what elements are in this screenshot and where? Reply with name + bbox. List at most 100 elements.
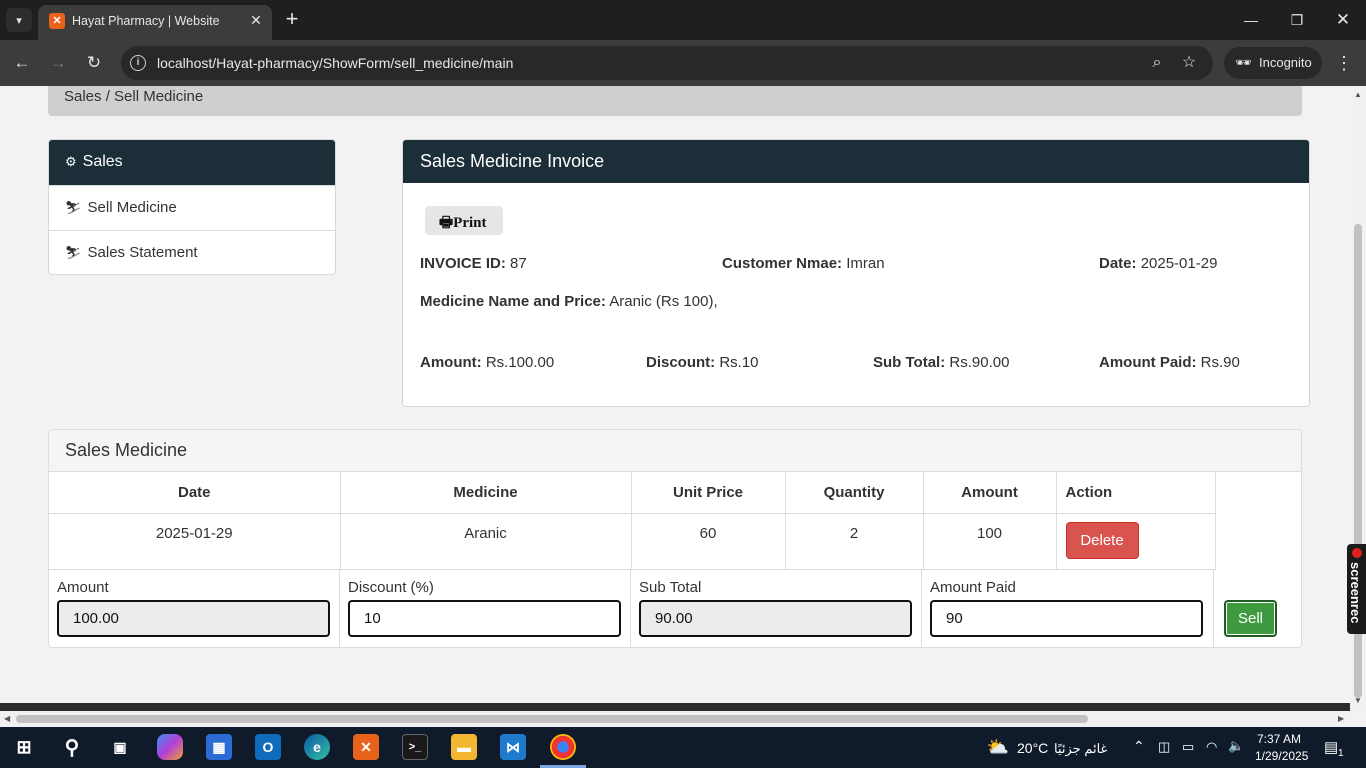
amount-paid-label: Amount Paid (930, 579, 1016, 596)
scroll-left-arrow-icon[interactable]: ◀ (4, 714, 10, 723)
weather-icon[interactable]: ⛅ (985, 734, 1011, 760)
sidebar-item-sell-medicine[interactable]: ⛷ Sell Medicine (49, 185, 335, 230)
outlook-icon[interactable]: O (255, 734, 281, 760)
terminal-icon[interactable]: >_ (402, 734, 428, 760)
binoculars-icon: ⛷ (65, 200, 82, 215)
column-header: Amount (923, 472, 1057, 514)
print-button[interactable]: 🖶Print (425, 206, 503, 235)
url-text[interactable]: localhost/Hayat-pharmacy/ShowForm/sell_m… (157, 55, 513, 71)
wifi-icon[interactable]: ◠ (1206, 739, 1217, 755)
weather-temperature[interactable]: 20°C (1017, 740, 1048, 756)
invoice-customer: Customer Nmae: Imran (722, 255, 885, 272)
browser-menu-icon[interactable]: ⋮ (1332, 51, 1356, 75)
scroll-up-arrow-icon[interactable]: ▲ (1354, 90, 1362, 99)
amount-paid-field[interactable]: 90 (930, 600, 1203, 637)
vscode-icon[interactable]: ⋈ (500, 734, 526, 760)
meet-now-icon[interactable]: ◫ (1158, 739, 1170, 755)
tab-search-button[interactable]: ▾ (6, 8, 32, 32)
breadcrumb: Sales / Sell Medicine (48, 86, 1302, 116)
forward-button[interactable]: → (46, 51, 70, 75)
chrome-icon[interactable] (550, 734, 576, 760)
browser-tab[interactable]: ✕ Hayat Pharmacy | Website ✕ (38, 5, 272, 40)
cell-date: 2025-01-29 (49, 513, 341, 570)
subtotal-label: Sub Total (639, 579, 702, 596)
clock-date[interactable]: 1/29/2025 (1255, 749, 1308, 763)
amount-field[interactable]: 100.00 (57, 600, 330, 637)
weather-condition[interactable]: غائم جزئيًا (1054, 741, 1107, 757)
amount-paid-cell: Amount Paid 90 (922, 569, 1214, 648)
discount-label: Discount (%) (348, 579, 434, 596)
table-row: 2025-01-29 Aranic 60 2 100 Delete (49, 513, 1216, 570)
sidebar-title: Sales (82, 153, 123, 170)
close-window-button[interactable]: ✕ (1320, 0, 1366, 40)
new-tab-button[interactable]: + (281, 8, 303, 30)
print-label: Print (453, 215, 487, 231)
sales-medicine-panel: Sales Medicine Date Medicine Unit Price … (48, 429, 1302, 648)
xampp-icon[interactable]: ✕ (353, 734, 379, 760)
sell-button[interactable]: Sell (1224, 600, 1277, 637)
discount-field[interactable]: 10 (348, 600, 621, 637)
cell-unit-price: 60 (631, 513, 786, 570)
invoice-id: INVOICE ID: 87 (420, 255, 527, 272)
scroll-down-arrow-icon[interactable]: ▼ (1354, 696, 1362, 705)
edge-icon[interactable]: e (304, 734, 330, 760)
zoom-icon[interactable]: ⌕ (1147, 53, 1167, 73)
minimize-button[interactable]: — (1228, 0, 1274, 40)
invoice-medicine: Medicine Name and Price: Aranic (Rs 100)… (420, 293, 718, 310)
sales-panel-title: Sales Medicine (49, 430, 1301, 472)
reload-button[interactable]: ↻ (82, 51, 106, 75)
store-icon[interactable]: ▦ (206, 734, 232, 760)
column-header: Action (1056, 472, 1216, 514)
column-header: Medicine (340, 472, 632, 514)
delete-button[interactable]: Delete (1065, 521, 1139, 559)
scroll-right-arrow-icon[interactable]: ▶ (1338, 714, 1344, 723)
column-header: Quantity (785, 472, 924, 514)
copilot-icon[interactable] (157, 734, 183, 760)
horizontal-scrollbar[interactable]: ◀ ▶ (0, 711, 1350, 727)
bookmark-star-icon[interactable]: ☆ (1179, 53, 1199, 73)
sidebar-item-sales-statement[interactable]: ⛷ Sales Statement (49, 230, 335, 275)
volume-icon[interactable]: 🔈 (1228, 738, 1244, 754)
sales-table: Date Medicine Unit Price Quantity Amount… (49, 472, 1216, 570)
horizontal-scroll-thumb[interactable] (16, 715, 1088, 723)
file-explorer-icon[interactable]: ▬ (451, 734, 477, 760)
totals-row: Amount 100.00 Discount (%) 10 Sub Total … (49, 569, 1302, 648)
column-header: Date (49, 472, 341, 514)
restore-button[interactable]: ❐ (1274, 0, 1320, 40)
clock-time[interactable]: 7:37 AM (1257, 732, 1301, 746)
table-header-row: Date Medicine Unit Price Quantity Amount… (49, 472, 1216, 514)
screenrec-widget[interactable]: screenrec (1347, 544, 1366, 634)
incognito-icon: 🕶 (1235, 55, 1252, 70)
notification-count: 1 (1338, 748, 1344, 759)
notifications-icon[interactable]: ▤ (1324, 738, 1338, 756)
invoice-panel: Sales Medicine Invoice 🖶Print INVOICE ID… (402, 139, 1310, 407)
chevron-up-icon[interactable]: ⌃ (1133, 738, 1145, 755)
screenrec-label: screenrec (1348, 562, 1363, 624)
browser-title-bar: ▾ ✕ Hayat Pharmacy | Website ✕ + — ❐ ✕ (0, 0, 1366, 40)
windows-start-icon[interactable]: ⊞ (11, 734, 37, 760)
column-header: Unit Price (631, 472, 786, 514)
xampp-favicon-icon: ✕ (49, 13, 65, 29)
cell-action: Delete (1056, 513, 1216, 570)
browser-toolbar: ← → ↻ i localhost/Hayat-pharmacy/ShowFor… (0, 40, 1366, 86)
record-icon (1352, 548, 1362, 558)
sidebar-item-label[interactable]: Sales Statement (88, 244, 198, 261)
incognito-badge[interactable]: 🕶 Incognito (1224, 47, 1322, 79)
subtotal-field[interactable]: 90.00 (639, 600, 912, 637)
invoice-amount: Amount: Rs.100.00 (420, 354, 555, 371)
task-view-icon[interactable]: ▣ (107, 734, 133, 760)
sell-cell: Sell (1214, 569, 1302, 648)
address-bar[interactable]: i localhost/Hayat-pharmacy/ShowForm/sell… (121, 46, 1213, 80)
back-button[interactable]: ← (10, 51, 34, 75)
cell-medicine: Aranic (340, 513, 632, 570)
invoice-title: Sales Medicine Invoice (403, 140, 1309, 183)
amount-label: Amount (57, 579, 109, 596)
sidebar-item-label[interactable]: Sell Medicine (88, 199, 177, 216)
binoculars-icon: ⛷ (65, 245, 82, 260)
search-icon[interactable]: ⚲ (59, 734, 85, 760)
page-viewport: Sales / Sell Medicine ⚙ Sales ⛷ Sell Medic… (0, 86, 1350, 703)
battery-icon[interactable]: ▭ (1182, 739, 1194, 755)
tab-close-icon[interactable]: ✕ (248, 12, 264, 28)
site-info-icon[interactable]: i (130, 55, 146, 71)
subtotal-cell: Sub Total 90.00 (631, 569, 922, 648)
